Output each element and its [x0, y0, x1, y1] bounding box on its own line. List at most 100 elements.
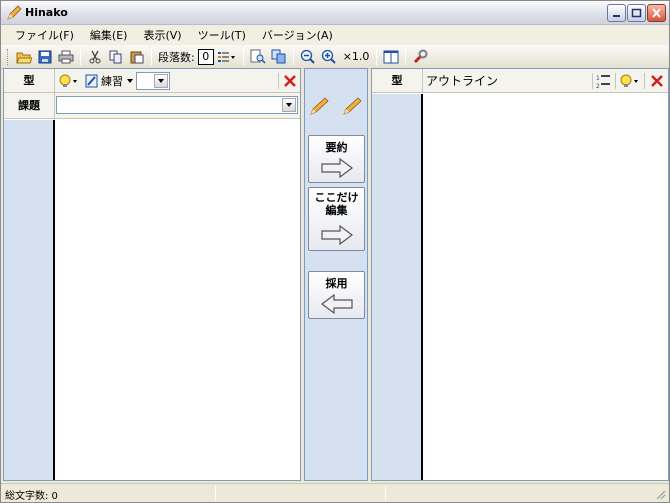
summarize-button[interactable]: 要約 [308, 135, 365, 183]
left-type-column[interactable] [4, 120, 55, 480]
cut-button[interactable] [85, 47, 105, 67]
printer-icon [58, 50, 74, 63]
adopt-button[interactable]: 採用 [308, 271, 365, 319]
zoom-out-icon [300, 49, 315, 64]
edit-here-label-2: 編集 [325, 204, 348, 217]
open-button[interactable] [14, 47, 34, 67]
chevron-down-icon [158, 79, 164, 83]
replace-icon [271, 49, 286, 64]
status-bar: 総文字数: 0 [1, 483, 669, 502]
edit-here-button[interactable]: ここだけ 編集 [308, 187, 365, 251]
chevron-down-icon [286, 103, 292, 107]
toolbar-separator [242, 48, 244, 65]
zoom-in-icon [321, 49, 336, 64]
status-separator [385, 486, 386, 501]
zoom-level: ×1.0 [342, 50, 370, 63]
menu-file[interactable]: ファイル(F) [7, 25, 82, 45]
save-disk-icon [38, 50, 52, 63]
close-x-icon[interactable] [283, 74, 297, 88]
practice-select-arrow[interactable] [154, 74, 168, 88]
save-button[interactable] [35, 47, 55, 67]
maximize-button[interactable] [627, 4, 646, 22]
header-separator [278, 73, 279, 89]
pencil-app-icon [7, 5, 22, 20]
header-separator [644, 73, 645, 89]
char-count-status: 総文字数: 0 [5, 491, 58, 502]
minimize-button[interactable] [607, 4, 626, 22]
practice-dropdown[interactable]: 練習 [84, 72, 136, 90]
find-button[interactable] [248, 47, 268, 67]
title-bar[interactable]: Hinako [1, 1, 669, 25]
topic-row: 課題 [4, 93, 300, 119]
svg-text:2: 2 [596, 83, 600, 89]
main-window: Hinako ファイル(F) 編集(E) 表示(V) ツール(T) バージョン(… [0, 0, 670, 503]
toolbar-separator [405, 48, 407, 65]
topic-select[interactable] [56, 96, 298, 114]
toolbar: 段落数: 0 ×1.0 [1, 45, 669, 69]
lightbulb-icon [620, 74, 638, 87]
split-view-button[interactable] [381, 47, 401, 67]
outline-editor-area[interactable] [425, 94, 668, 480]
wrench-icon [414, 49, 428, 63]
chevron-down-icon [127, 79, 133, 83]
right-panel: 型 アウトライン 12 [371, 68, 669, 481]
lightbulb-icon [59, 74, 77, 87]
left-type-header: 型 [4, 69, 55, 93]
zoom-in-button[interactable] [319, 47, 339, 67]
toolbar-separator [80, 48, 81, 65]
topic-select-arrow[interactable] [282, 98, 296, 112]
toolbar-separator [151, 48, 152, 65]
copy-icon [109, 50, 122, 63]
left-editor-area[interactable] [57, 120, 300, 480]
list-arrow-icon [217, 51, 235, 62]
adopt-label: 採用 [325, 277, 348, 290]
numbered-list-icon[interactable]: 12 [596, 73, 612, 89]
right-hint-bulb-dropdown[interactable] [619, 72, 641, 90]
paste-clipboard-icon [130, 51, 144, 63]
zoom-out-button[interactable] [298, 47, 318, 67]
practice-select[interactable] [136, 72, 170, 90]
settings-button[interactable] [410, 47, 430, 67]
document-search-icon [250, 49, 266, 64]
maximize-icon [631, 8, 642, 18]
practice-pen-icon [85, 74, 98, 88]
practice-label: 練習 [101, 75, 123, 88]
outline-header: アウトライン [426, 74, 499, 88]
header-separator [592, 73, 593, 89]
paste-button[interactable] [127, 47, 147, 67]
toolbar-grip[interactable] [7, 48, 10, 65]
menu-view[interactable]: 表示(V) [135, 25, 189, 45]
header-separator [615, 73, 616, 89]
left-panel-header: 型 練習 [4, 69, 300, 93]
paragraph-list-dropdown[interactable] [215, 47, 239, 67]
toolbar-separator [376, 48, 378, 65]
close-icon [652, 8, 661, 18]
minimize-icon [613, 15, 620, 17]
copy-button[interactable] [106, 47, 126, 67]
right-type-header: 型 [372, 69, 423, 93]
paragraph-count-label: 段落数: [158, 50, 195, 64]
resize-grip-icon[interactable] [655, 489, 666, 500]
summarize-label: 要約 [325, 141, 348, 154]
print-button[interactable] [56, 47, 76, 67]
hint-bulb-dropdown[interactable] [58, 72, 80, 90]
pencil-left-icon [310, 97, 329, 115]
menu-version[interactable]: バージョン(A) [254, 25, 341, 45]
svg-text:1: 1 [596, 75, 600, 82]
paragraph-count-field[interactable]: 0 [197, 48, 214, 65]
left-panel: 型 練習 課題 [3, 68, 301, 481]
edit-here-label-1: ここだけ [314, 191, 359, 204]
right-type-column[interactable] [372, 94, 423, 480]
menu-bar: ファイル(F) 編集(E) 表示(V) ツール(T) バージョン(A) [1, 25, 669, 45]
toolbar-separator [292, 48, 294, 65]
replace-button[interactable] [269, 47, 289, 67]
arrow-right-icon [320, 225, 353, 245]
split-view-icon [383, 50, 399, 63]
topic-label: 課題 [4, 93, 55, 119]
menu-edit[interactable]: 編集(E) [82, 25, 136, 45]
window-title: Hinako [25, 6, 68, 19]
right-panel-header: 型 アウトライン 12 [372, 69, 668, 93]
close-x-icon[interactable] [650, 74, 664, 88]
menu-tools[interactable]: ツール(T) [190, 25, 254, 45]
close-button[interactable] [647, 4, 666, 22]
